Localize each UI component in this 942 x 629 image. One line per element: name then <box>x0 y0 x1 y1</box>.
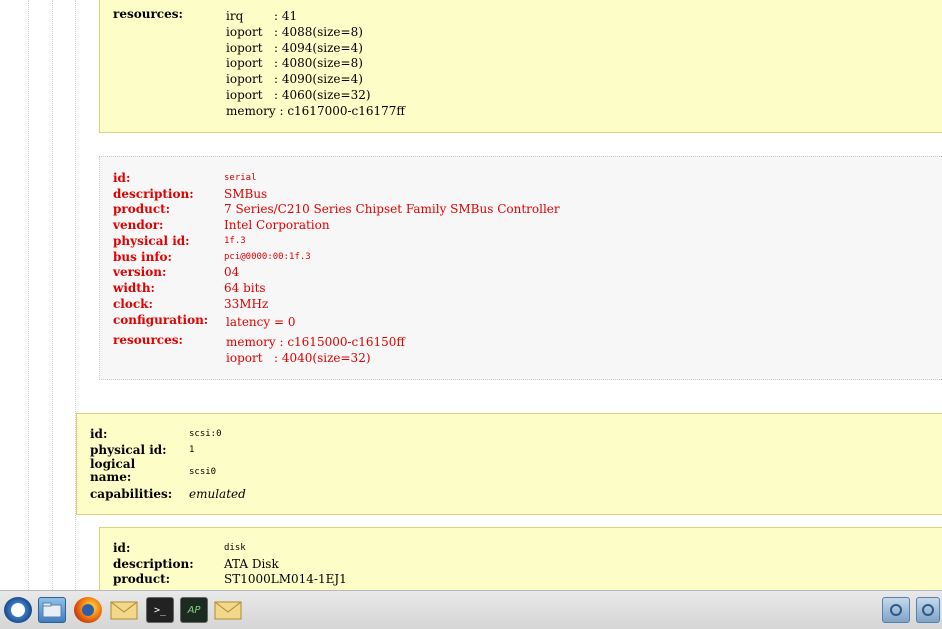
drive-eject-icon <box>890 604 902 616</box>
resource-item: : 4080(size=8) <box>274 56 363 70</box>
field-value-product: ST1000LM014-1EJ1 <box>224 572 347 586</box>
field-key-id: id: <box>113 541 131 555</box>
resources-label: resources: <box>113 7 183 21</box>
folder-icon <box>42 602 62 618</box>
field-key-clock: clock: <box>113 297 153 311</box>
tree-guide-line <box>28 0 29 590</box>
resource-item: : 4094(size=4) <box>274 41 363 55</box>
resource-item: memory : c1617000-c16177ff <box>226 104 405 118</box>
globe-icon <box>82 604 94 616</box>
field-key-description: description: <box>113 187 194 201</box>
field-value-version: 04 <box>224 265 240 279</box>
envelope-icon <box>214 601 242 620</box>
resource-item: ioport <box>226 72 263 86</box>
terminal-icon[interactable]: >_ <box>146 597 174 623</box>
resource-item: ioport <box>226 41 263 55</box>
resource-item: : 4088(size=8) <box>274 25 363 39</box>
app-menu-icon[interactable] <box>4 597 32 623</box>
field-value-clock: 33MHz <box>224 297 269 311</box>
field-value-configuration: latency = 0 <box>226 315 296 329</box>
resource-item: memory : c1615000-c16150ff <box>226 335 405 349</box>
resource-item: : 41 <box>274 9 298 23</box>
removable-drive-icon-2[interactable] <box>916 597 940 623</box>
monitor-glyph: AP <box>187 604 201 616</box>
field-key-configuration: configuration: <box>113 313 209 327</box>
field-key-description: description: <box>113 557 194 571</box>
field-key-logical-name: logical name: <box>90 457 136 484</box>
field-value-id: disk <box>224 543 246 553</box>
disk-node-block: id: disk description: ATA Disk product: … <box>99 527 942 597</box>
field-value-physical-id: 1 <box>189 445 195 455</box>
resource-item: : 4060(size=32) <box>274 88 371 102</box>
field-value-description: SMBus <box>224 187 268 201</box>
terminal-glyph: >_ <box>153 604 167 616</box>
field-value-id: serial <box>224 173 257 183</box>
envelope-icon <box>110 601 138 620</box>
taskbar: >_ AP <box>0 590 942 629</box>
field-key-bus-info: bus info: <box>113 250 172 264</box>
file-manager-icon[interactable] <box>38 597 66 623</box>
resource-item: : 4090(size=4) <box>274 72 363 86</box>
scsi-node-block: id: scsi:0 physical id: 1 logical name: s… <box>76 413 942 515</box>
drive-eject-icon <box>922 604 934 616</box>
resource-item: ioport : 4040(size=32) <box>226 351 371 365</box>
mail-icon[interactable] <box>110 597 138 623</box>
field-value-vendor: Intel Corporation <box>224 218 330 232</box>
device-node-block: resources: irq : 41 ioport : 4088(size=8… <box>99 0 942 133</box>
removable-drive-icon[interactable] <box>882 597 910 623</box>
field-key-physical-id: physical id: <box>90 443 167 457</box>
field-key-width: width: <box>113 281 155 295</box>
firefox-icon[interactable] <box>74 597 102 623</box>
field-key-resources: resources: <box>113 333 183 347</box>
field-key-physical-id: physical id: <box>113 234 190 248</box>
field-value-id: scsi:0 <box>189 429 222 439</box>
tree-guide-line <box>52 0 53 590</box>
field-key-capabilities: capabilities: <box>90 487 173 501</box>
field-value-logical-name: scsi0 <box>189 467 217 477</box>
field-key-id: id: <box>113 171 131 185</box>
resource-item: irq <box>226 9 244 23</box>
field-key-product: product: <box>113 572 171 586</box>
mail-icon-2[interactable] <box>214 597 242 623</box>
field-value-width: 64 bits <box>224 281 266 295</box>
field-value-capabilities: emulated <box>189 487 246 501</box>
resource-item: ioport <box>226 88 263 102</box>
field-value-physical-id: 1f.3 <box>224 236 246 246</box>
field-value-product: 7 Series/C210 Series Chipset Family SMBu… <box>224 202 560 216</box>
resource-item: ioport <box>226 25 263 39</box>
field-value-description: ATA Disk <box>224 557 279 571</box>
field-key-vendor: vendor: <box>113 218 164 232</box>
resource-item: ioport <box>226 56 263 70</box>
system-monitor-icon[interactable]: AP <box>180 597 208 623</box>
field-key-product: product: <box>113 202 171 216</box>
serial-node-block: id: serial description: SMBus product: 7… <box>99 156 942 380</box>
field-key-version: version: <box>113 265 167 279</box>
field-value-bus-info: pci@0000:00:1f.3 <box>224 252 311 262</box>
field-key-id: id: <box>90 427 108 441</box>
